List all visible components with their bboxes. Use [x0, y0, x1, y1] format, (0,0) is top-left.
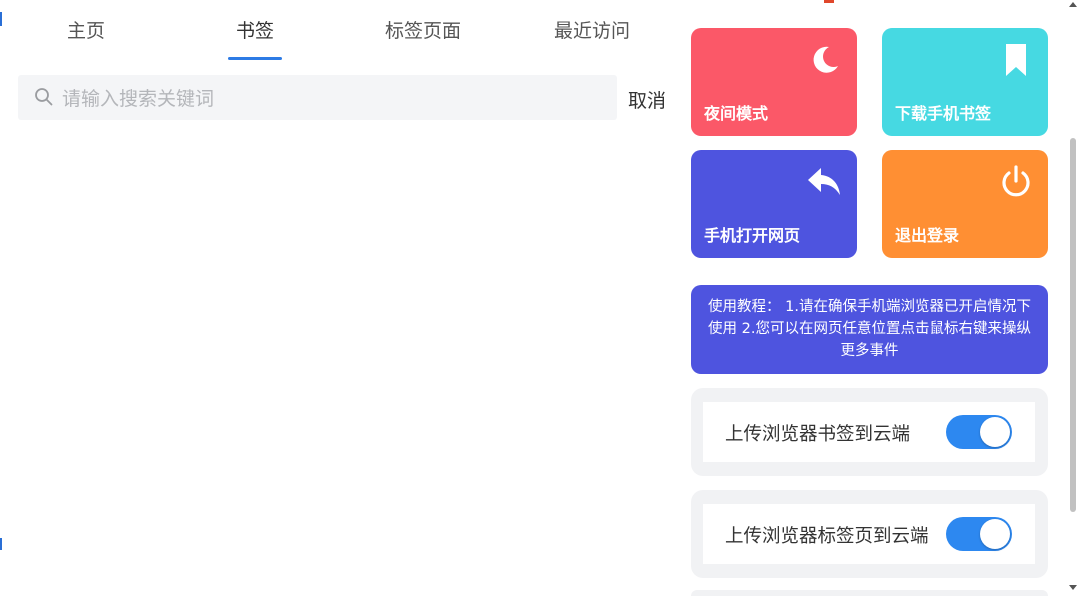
tab-bar: 主页 书签 标签页面 最近访问: [0, 0, 675, 62]
tab-recent[interactable]: 最近访问: [554, 16, 630, 43]
edge-mark: [824, 0, 834, 3]
logout-button[interactable]: 退出登录: [882, 150, 1048, 258]
next-card-partial: [691, 590, 1048, 596]
open-on-phone-button[interactable]: 手机打开网页: [691, 150, 857, 258]
edge-mark: [0, 538, 2, 550]
power-icon: [1002, 165, 1030, 197]
vertical-scrollbar[interactable]: [1066, 0, 1080, 596]
moon-icon: [813, 46, 838, 73]
toggle-label: 上传浏览器标签页到云端: [725, 526, 929, 547]
upload-tabs-toggle[interactable]: [946, 517, 1012, 551]
scrollbar-thumb[interactable]: [1070, 138, 1076, 512]
night-mode-button[interactable]: 夜间模式: [691, 28, 857, 136]
reply-arrow-icon: [808, 168, 840, 195]
bookmark-icon: [1006, 44, 1026, 76]
upload-tabs-card: 上传浏览器标签页到云端: [691, 490, 1048, 578]
search-icon: [35, 88, 53, 106]
toggle-label: 上传浏览器书签到云端: [725, 424, 911, 445]
download-bookmarks-button[interactable]: 下载手机书签: [882, 28, 1048, 136]
toggle-row: 上传浏览器标签页到云端: [703, 504, 1035, 564]
upload-bookmarks-toggle[interactable]: [946, 415, 1012, 449]
scroll-up-arrow-icon[interactable]: [1069, 2, 1077, 7]
search-input[interactable]: [60, 75, 604, 122]
active-tab-indicator: [228, 57, 282, 60]
tile-label: 下载手机书签: [895, 104, 992, 123]
tile-label: 手机打开网页: [704, 226, 801, 245]
cancel-button[interactable]: 取消: [628, 86, 666, 113]
scroll-down-arrow-icon[interactable]: [1069, 585, 1077, 590]
tab-home[interactable]: 主页: [67, 16, 105, 43]
toggle-knob: [980, 417, 1010, 447]
search-box[interactable]: [18, 75, 617, 122]
upload-bookmarks-card: 上传浏览器书签到云端: [691, 388, 1048, 476]
tutorial-text: 使用教程： 1.请在确保手机端浏览器已开启情况下使用 2.您可以在网页任意位置点…: [691, 285, 1048, 374]
tab-tab-pages[interactable]: 标签页面: [385, 16, 461, 43]
toggle-knob: [980, 519, 1010, 549]
tab-bookmarks[interactable]: 书签: [236, 16, 274, 43]
toggle-row: 上传浏览器书签到云端: [703, 402, 1035, 462]
tile-label: 退出登录: [895, 226, 960, 245]
tile-label: 夜间模式: [704, 104, 769, 123]
